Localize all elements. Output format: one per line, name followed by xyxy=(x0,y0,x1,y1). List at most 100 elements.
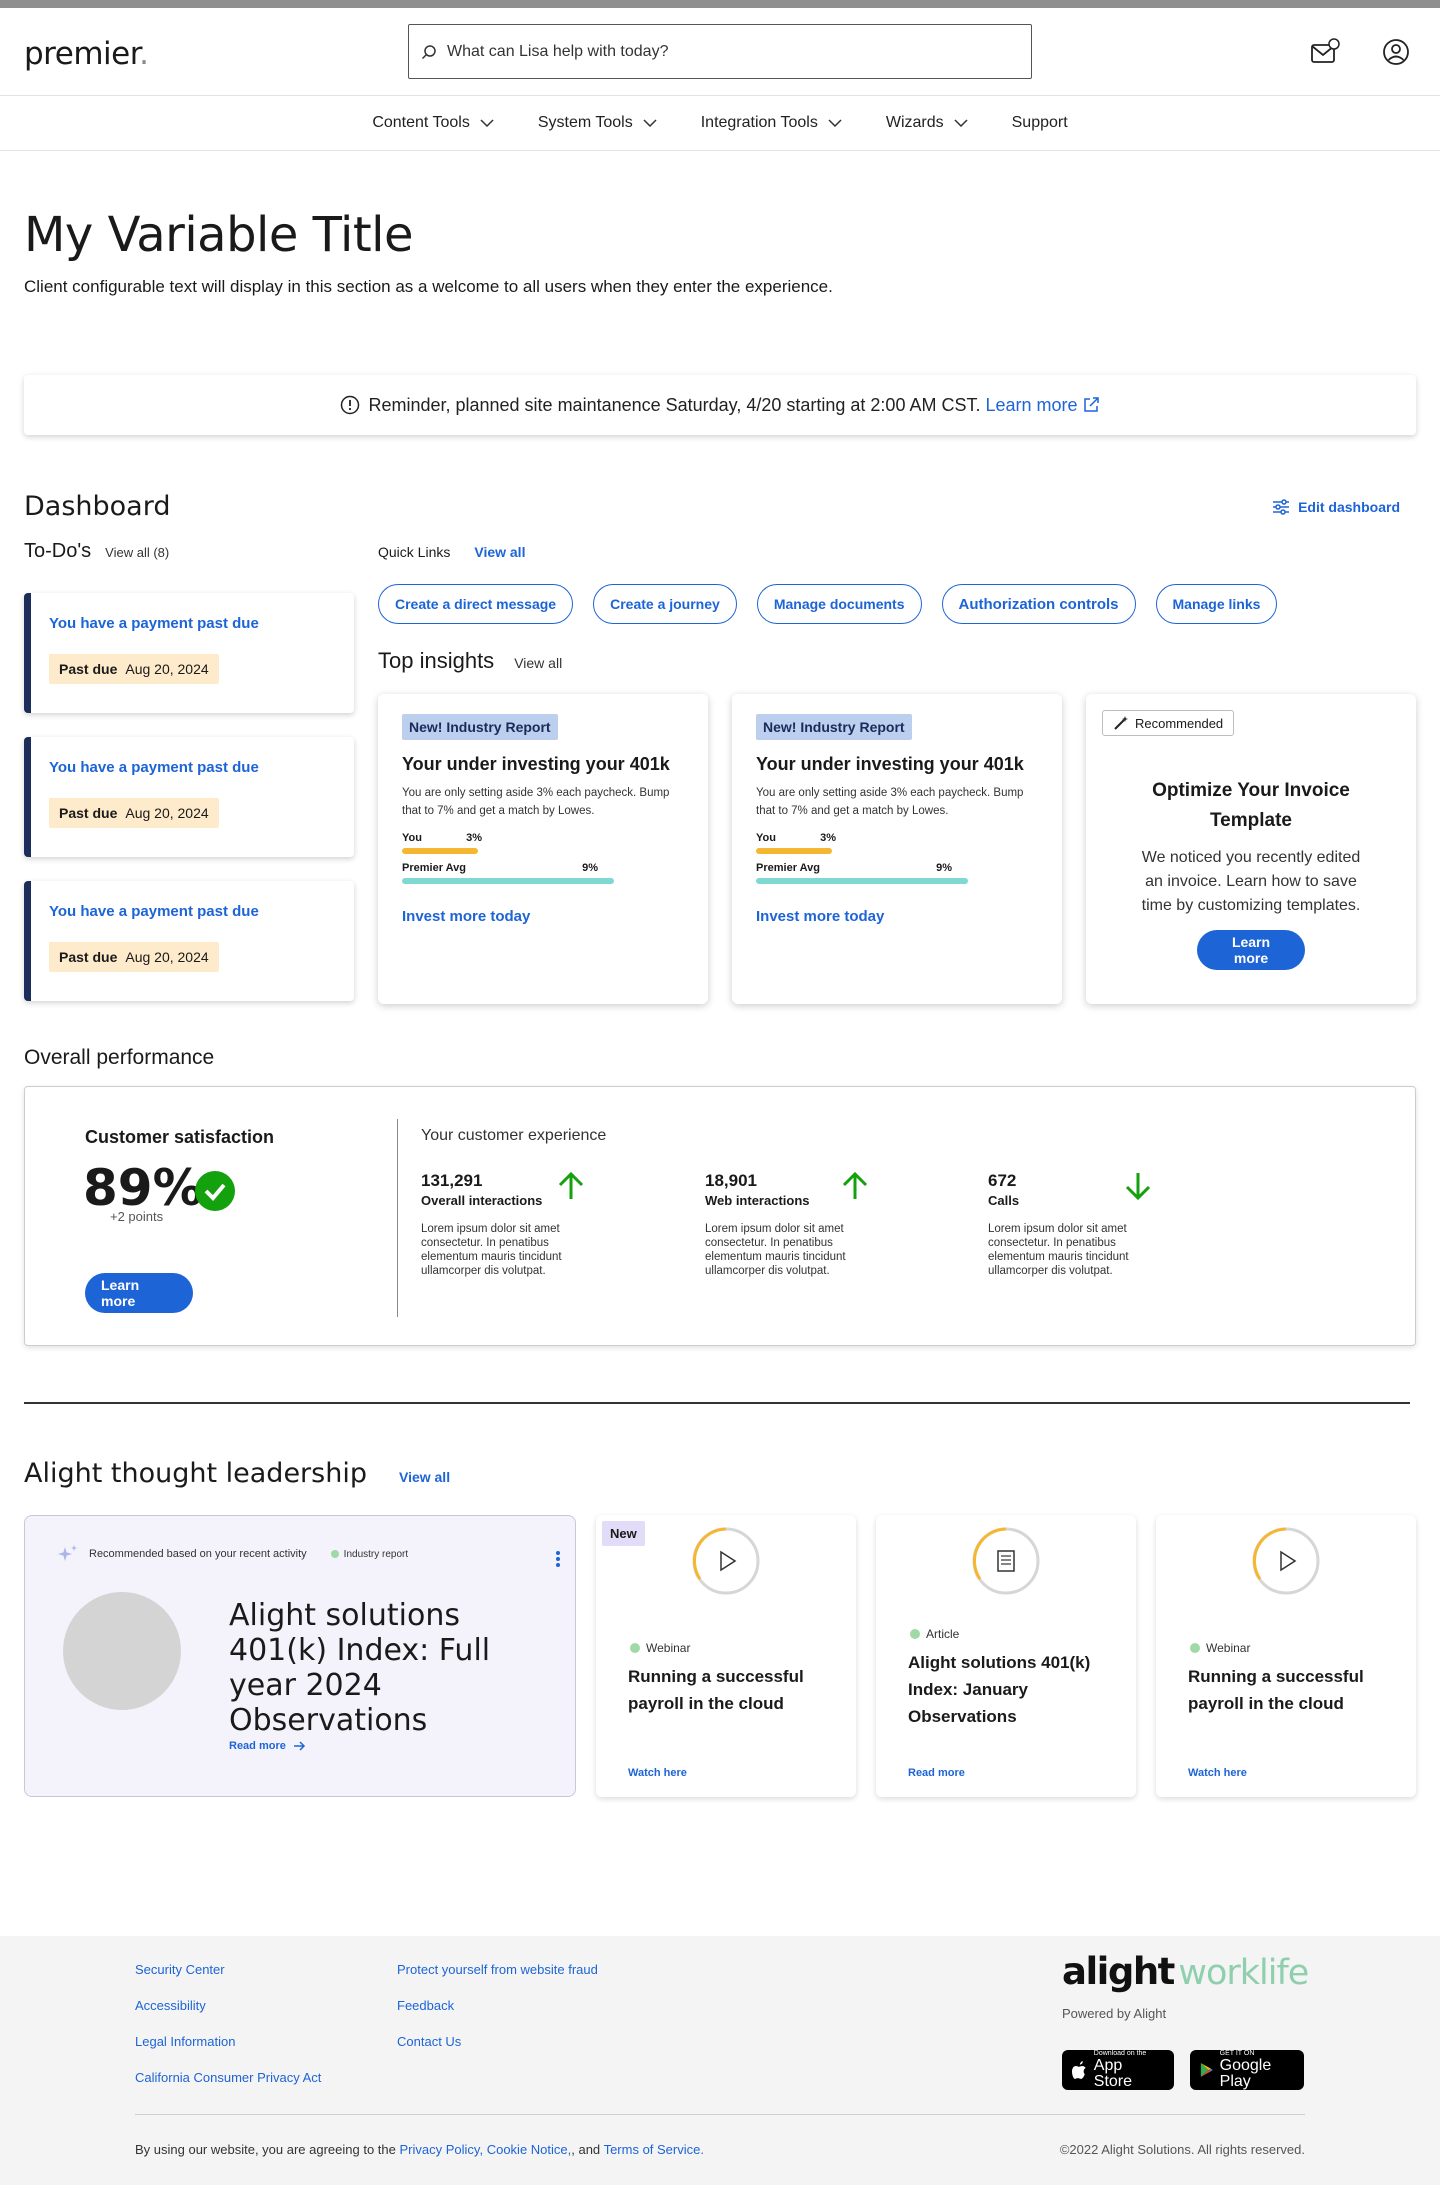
edit-dashboard-label: Edit dashboard xyxy=(1298,498,1400,515)
new-badge: New xyxy=(602,1521,645,1546)
cookie-notice-link[interactable]: Cookie Notice, xyxy=(487,2142,572,2157)
content-card-article[interactable]: Article Alight solutions 401(k) Index: J… xyxy=(876,1515,1136,1797)
invest-more-link[interactable]: Invest more today xyxy=(756,908,1038,925)
nav-integration-tools[interactable]: Integration Tools xyxy=(701,114,842,132)
type-dot xyxy=(1190,1643,1200,1653)
todo-card[interactable]: You have a payment past due Past due Aug … xyxy=(24,593,354,713)
industry-report-badge: New! Industry Report xyxy=(756,714,912,740)
customer-satisfaction-title: Customer satisfaction xyxy=(85,1127,275,1147)
kebab-menu-icon[interactable] xyxy=(555,1550,561,1568)
sparkle-icon xyxy=(58,1545,77,1561)
todos-column: To-Do's View all (8) You have a payment … xyxy=(24,540,354,1001)
invest-more-link[interactable]: Invest more today xyxy=(402,908,684,925)
nav-label: Integration Tools xyxy=(700,114,818,131)
insight-card: New! Industry Report Your under investin… xyxy=(732,694,1062,1004)
google-play-text: GET IT ON Google Play xyxy=(1220,2050,1294,2090)
you-bar-labels: You 3% xyxy=(402,832,482,844)
footer-link-legal-information[interactable]: Legal Information xyxy=(135,2034,321,2049)
nav-system-tools[interactable]: System Tools xyxy=(538,114,657,132)
quick-links-view-all-link[interactable]: View all xyxy=(474,544,525,560)
todos-view-all-link[interactable]: View all (8) xyxy=(105,545,169,560)
section-divider xyxy=(24,1402,1410,1404)
agreement-prefix: By using our website, you are agreeing t… xyxy=(135,2142,396,2157)
brand-worklife: worklife xyxy=(1178,1953,1309,1993)
app-store-badge[interactable]: Download on the App Store xyxy=(1062,2050,1174,2090)
read-more-link[interactable]: Read more xyxy=(908,1767,965,1779)
quick-link-create-direct-message[interactable]: Create a direct message xyxy=(378,584,574,624)
recommended-title: Optimize Your Invoice Template xyxy=(1152,780,1350,831)
user-profile-icon[interactable] xyxy=(1382,38,1410,66)
status-label: Past due xyxy=(59,661,118,677)
play-icon[interactable] xyxy=(692,1527,760,1595)
search-input[interactable]: What can Lisa help with today? xyxy=(408,24,1032,79)
page-title: My Variable Title xyxy=(24,207,414,263)
quick-link-manage-documents[interactable]: Manage documents xyxy=(756,584,922,624)
privacy-policy-link[interactable]: Privacy Policy, xyxy=(400,2142,484,2157)
nav-content-tools[interactable]: Content Tools xyxy=(372,114,494,132)
footer-link-contact-us[interactable]: Contact Us xyxy=(397,2034,598,2049)
footer-link-accessibility[interactable]: Accessibility xyxy=(135,1998,321,2013)
content-title: Alight solutions 401(k) Index: January O… xyxy=(908,1653,1091,1726)
performance-panel: Customer satisfaction 89% +2 points Lear… xyxy=(24,1086,1416,1346)
edit-dashboard-button[interactable]: Edit dashboard xyxy=(1272,499,1400,515)
alight-worklife-logo: alight worklife xyxy=(1062,1950,1309,1993)
content-title: Running a successful payroll in the clou… xyxy=(628,1667,804,1713)
quick-link-authorization-controls[interactable]: Authorization controls xyxy=(941,584,1136,624)
arrow-up-icon xyxy=(842,1171,868,1199)
brand-alight: alight xyxy=(1062,1950,1175,1993)
google-play-icon xyxy=(1200,2063,1213,2077)
premier-logo[interactable]: premier. xyxy=(24,36,149,72)
dashboard-title: Dashboard xyxy=(24,491,171,522)
points-change: +2 points xyxy=(110,1209,164,1224)
quick-links-title: Quick Links xyxy=(378,544,451,560)
footer-link-security-center[interactable]: Security Center xyxy=(135,1962,321,1977)
watch-here-link[interactable]: Watch here xyxy=(628,1767,687,1779)
dashboard-body: To-Do's View all (8) You have a payment … xyxy=(24,540,1416,1020)
quick-link-create-journey[interactable]: Create a journey xyxy=(593,584,737,624)
google-play-big-text: Google Play xyxy=(1219,2057,1272,2090)
past-due-badge: Past due Aug 20, 2024 xyxy=(49,654,219,684)
footer-link-feedback[interactable]: Feedback xyxy=(397,1998,598,2013)
content-type: Webinar xyxy=(1190,1641,1250,1655)
content-card-webinar[interactable]: Webinar Running a successful payroll in … xyxy=(1156,1515,1416,1797)
terms-of-service-link[interactable]: Terms of Service. xyxy=(604,2142,704,2157)
app-store-text: Download on the App Store xyxy=(1094,2050,1164,2090)
industry-report-tag: Industry report xyxy=(330,1549,408,1560)
mail-notification-icon[interactable] xyxy=(1310,38,1340,66)
you-label: You xyxy=(402,832,422,844)
quick-links-list: Create a direct message Create a journey… xyxy=(378,584,1416,624)
main-content: My Variable Title Client configurable te… xyxy=(0,207,1440,1797)
footer-link-website-fraud[interactable]: Protect yourself from website fraud xyxy=(397,1962,598,1977)
nav-wizards[interactable]: Wizards xyxy=(886,114,968,132)
recommended-badge: Recommended xyxy=(1102,710,1235,736)
google-play-badge[interactable]: GET IT ON Google Play xyxy=(1190,2050,1304,2090)
external-link-icon[interactable] xyxy=(1082,396,1100,414)
featured-article-card[interactable]: Recommended based on your recent activit… xyxy=(24,1515,576,1797)
arrow-down-icon xyxy=(1125,1173,1151,1201)
banner-learn-more-link[interactable]: Learn more xyxy=(985,395,1077,416)
learn-more-button[interactable]: Learn more xyxy=(85,1273,193,1313)
content-card-webinar[interactable]: New Webinar Running a successful payroll… xyxy=(596,1515,856,1797)
metric-web-interactions: 18,901 Web interactions Lorem ipsum dolo… xyxy=(705,1171,875,1278)
nav-support[interactable]: Support xyxy=(1012,114,1068,132)
read-more-link[interactable]: Read more xyxy=(229,1740,306,1752)
due-date: Aug 20, 2024 xyxy=(125,805,209,821)
quick-link-manage-links[interactable]: Manage links xyxy=(1155,584,1278,624)
todos-header: To-Do's View all (8) xyxy=(24,540,354,563)
overall-performance-title: Overall performance xyxy=(24,1046,215,1069)
agreement-and: , and xyxy=(571,2142,601,2157)
sliders-icon xyxy=(1273,498,1290,515)
todo-card[interactable]: You have a payment past due Past due Aug … xyxy=(24,737,354,857)
nav-label: Content Tools xyxy=(372,114,470,131)
search-icon xyxy=(421,44,436,59)
recommended-text: We noticed you recently edited an invoic… xyxy=(1141,849,1361,914)
footer-divider xyxy=(135,2114,1305,2115)
document-icon[interactable] xyxy=(972,1527,1040,1595)
top-insights-view-all-link[interactable]: View all xyxy=(514,655,562,671)
play-icon[interactable] xyxy=(1252,1527,1320,1595)
thought-leadership-view-all-link[interactable]: View all xyxy=(399,1469,450,1485)
watch-here-link[interactable]: Watch here xyxy=(1188,1767,1247,1779)
footer-link-ccpa[interactable]: California Consumer Privacy Act xyxy=(135,2070,321,2085)
todo-card[interactable]: You have a payment past due Past due Aug … xyxy=(24,881,354,1001)
learn-more-button[interactable]: Learn more xyxy=(1197,930,1305,970)
